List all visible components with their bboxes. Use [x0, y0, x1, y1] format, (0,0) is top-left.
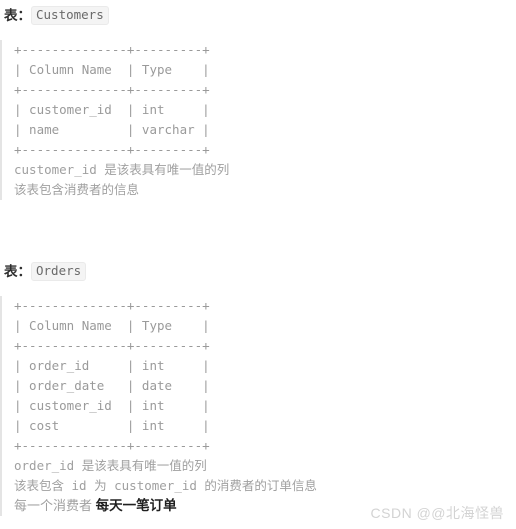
description-line: 该表包含 id 为 customer_id 的消费者的订单信息: [14, 478, 317, 493]
section-orders: 表： Orders +--------------+---------+ | Co…: [0, 262, 516, 516]
section-heading-colon: ：: [17, 264, 32, 279]
final-note-normal: 每一个消费者: [14, 498, 96, 513]
description-line: 该表包含消费者的信息: [14, 182, 140, 197]
section-heading-label: 表: [4, 8, 18, 23]
quote-block-customers: +--------------+---------+ | Column Name…: [0, 40, 516, 200]
final-note-bold: 每天一笔订单: [95, 498, 177, 513]
watermark: CSDN @@北海怪兽: [370, 505, 504, 521]
description-line: customer_id 是该表具有唯一值的列: [14, 162, 230, 177]
section-heading-customers: 表： Customers: [0, 6, 516, 26]
page-root: 表： Customers +--------------+---------+ |…: [0, 0, 516, 529]
section-heading-orders: 表： Orders: [0, 262, 516, 282]
quote-block-orders: +--------------+---------+ | Column Name…: [0, 296, 516, 516]
section-customers: 表： Customers +--------------+---------+ |…: [0, 6, 516, 200]
section-heading-label: 表: [4, 264, 18, 279]
table-name-badge-customers: Customers: [31, 6, 109, 25]
description-line: order_id 是该表具有唯一值的列: [14, 458, 207, 473]
section-heading-colon: ：: [17, 8, 32, 23]
ascii-table-orders: +--------------+---------+ | Column Name…: [14, 298, 210, 453]
table-name-badge-orders: Orders: [31, 262, 87, 281]
ascii-table-customers: +--------------+---------+ | Column Name…: [14, 42, 210, 157]
